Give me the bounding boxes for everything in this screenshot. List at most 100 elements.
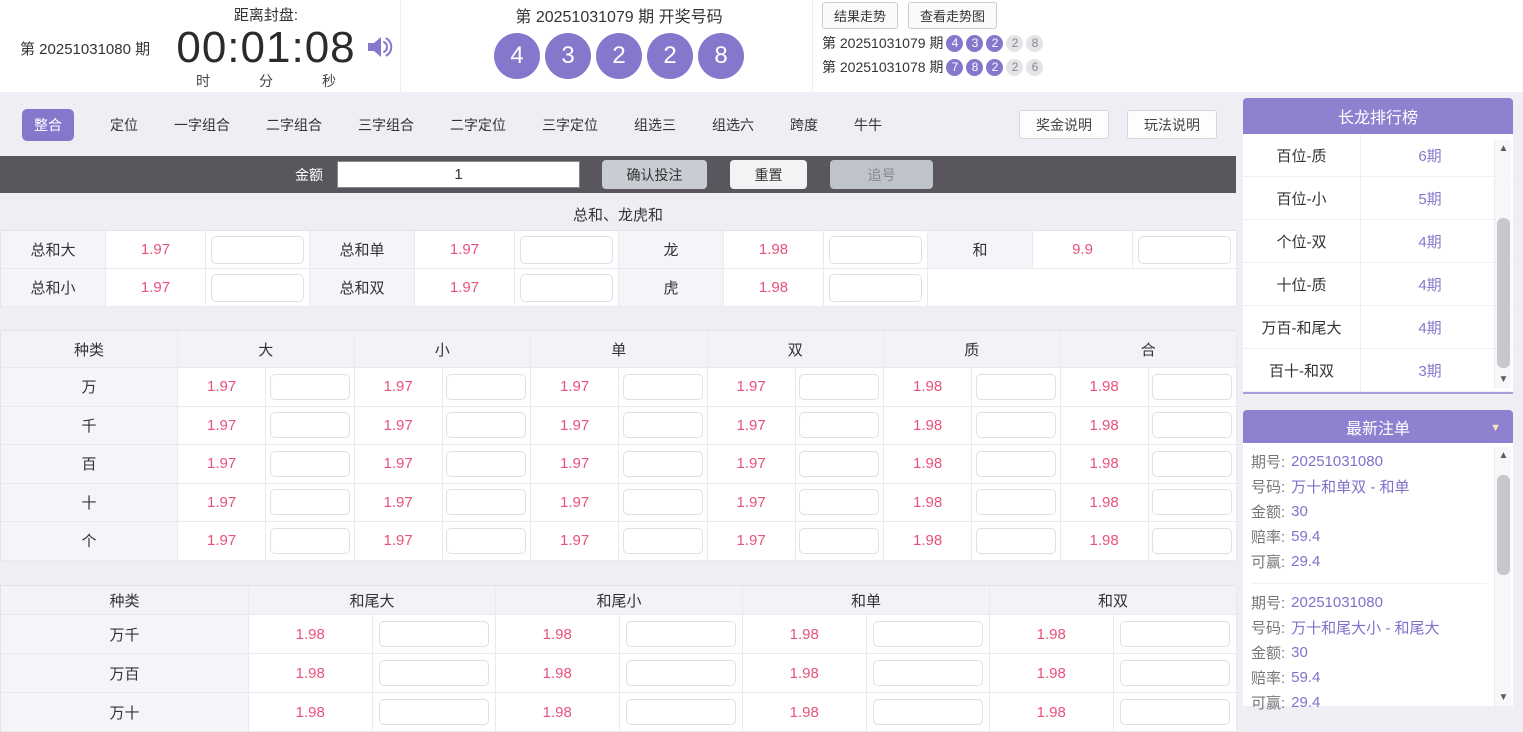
odds-value: 1.98 bbox=[724, 231, 824, 269]
bet-input[interactable] bbox=[872, 660, 983, 686]
bet-input[interactable] bbox=[211, 273, 304, 302]
bet-input[interactable] bbox=[446, 527, 527, 554]
tab-niuniu[interactable]: 牛牛 bbox=[854, 115, 882, 135]
amount-input[interactable] bbox=[337, 161, 580, 188]
bet-input[interactable] bbox=[446, 373, 527, 400]
speaker-icon[interactable] bbox=[364, 32, 394, 62]
bet-input[interactable] bbox=[1152, 527, 1233, 554]
bet-input-cell bbox=[619, 406, 708, 445]
tab-erzi-dingwei[interactable]: 二字定位 bbox=[450, 115, 506, 135]
bet-input[interactable] bbox=[799, 527, 880, 554]
bet-input[interactable] bbox=[622, 489, 703, 516]
history-ball: 2 bbox=[1006, 34, 1024, 52]
bet-input[interactable] bbox=[622, 412, 703, 439]
scrollbar[interactable]: ▲ ▼ bbox=[1494, 447, 1511, 706]
bet-input[interactable] bbox=[269, 489, 350, 516]
bet-input[interactable] bbox=[829, 273, 922, 302]
bet-input-cell bbox=[1113, 693, 1237, 732]
bet-input[interactable] bbox=[799, 412, 880, 439]
scrollbar-thumb[interactable] bbox=[1497, 475, 1510, 575]
reset-button[interactable]: 重置 bbox=[730, 160, 807, 189]
bet-input[interactable] bbox=[622, 450, 703, 477]
tab-kuadu[interactable]: 跨度 bbox=[790, 115, 818, 135]
bet-input[interactable] bbox=[625, 660, 736, 686]
dragon-name: 百位-小 bbox=[1243, 177, 1361, 219]
tab-sanzi-zuhe[interactable]: 三字组合 bbox=[358, 115, 414, 135]
bet-input[interactable] bbox=[1152, 450, 1233, 477]
tab-zuxuan6[interactable]: 组选六 bbox=[712, 115, 754, 135]
issue-label: 期号: bbox=[1251, 454, 1286, 471]
bet-input[interactable] bbox=[520, 235, 613, 264]
bet-input[interactable] bbox=[829, 235, 922, 264]
bet-input[interactable] bbox=[625, 621, 736, 647]
dragon-rank-list: 百位-质 6期 百位-小 5期 个位-双 4期 十位-质 4期 万百-和尾大 4… bbox=[1243, 134, 1513, 394]
bet-input[interactable] bbox=[269, 527, 350, 554]
odds-value: 1.97 bbox=[178, 406, 267, 445]
scroll-down-icon[interactable]: ▼ bbox=[1495, 689, 1512, 706]
bet-input[interactable] bbox=[975, 489, 1056, 516]
bet-input-cell bbox=[795, 522, 884, 561]
dragon-count: 4期 bbox=[1418, 319, 1442, 337]
odds-value: 1.98 bbox=[249, 615, 373, 654]
bet-input[interactable] bbox=[1119, 660, 1230, 686]
scrollbar[interactable]: ▲ ▼ bbox=[1494, 140, 1511, 388]
bet-input[interactable] bbox=[520, 273, 613, 302]
bet-input[interactable] bbox=[1152, 489, 1233, 516]
bet-input[interactable] bbox=[1152, 373, 1233, 400]
bet-input[interactable] bbox=[269, 373, 350, 400]
bet-input[interactable] bbox=[975, 373, 1056, 400]
confirm-bet-button[interactable]: 确认投注 bbox=[602, 160, 707, 189]
scroll-up-icon[interactable]: ▲ bbox=[1495, 140, 1512, 157]
row-label: 十 bbox=[1, 483, 178, 522]
bet-input[interactable] bbox=[799, 489, 880, 516]
bet-input[interactable] bbox=[446, 489, 527, 516]
bet-input[interactable] bbox=[446, 412, 527, 439]
bet-input[interactable] bbox=[975, 412, 1056, 439]
bet-input-cell bbox=[442, 483, 531, 522]
bet-input[interactable] bbox=[622, 373, 703, 400]
tab-zuxuan3[interactable]: 组选三 bbox=[634, 115, 676, 135]
bet-input[interactable] bbox=[975, 450, 1056, 477]
bet-input[interactable] bbox=[975, 527, 1056, 554]
bet-input[interactable] bbox=[1152, 412, 1233, 439]
history-ball: 6 bbox=[1026, 58, 1044, 76]
bet-input[interactable] bbox=[872, 699, 983, 725]
bet-input[interactable] bbox=[446, 450, 527, 477]
bet-input[interactable] bbox=[799, 450, 880, 477]
tab-yizi-zuhe[interactable]: 一字组合 bbox=[174, 115, 230, 135]
bet-input[interactable] bbox=[378, 660, 489, 686]
bet-input[interactable] bbox=[378, 699, 489, 725]
bet-input[interactable] bbox=[872, 621, 983, 647]
odds-value: 1.97 bbox=[531, 522, 620, 561]
scroll-up-icon[interactable]: ▲ bbox=[1495, 447, 1512, 464]
bet-input[interactable] bbox=[269, 412, 350, 439]
rules-info-button[interactable]: 玩法说明 bbox=[1127, 110, 1217, 139]
bet-input[interactable] bbox=[1119, 699, 1230, 725]
bonus-info-button[interactable]: 奖金说明 bbox=[1019, 110, 1109, 139]
odds-value: 1.98 bbox=[884, 483, 973, 522]
bet-input-cell bbox=[972, 445, 1061, 484]
result-trend-button[interactable]: 结果走势 bbox=[822, 2, 899, 29]
tab-zhenghe[interactable]: 整合 bbox=[22, 109, 74, 141]
bet-input[interactable] bbox=[1138, 235, 1231, 264]
bet-input[interactable] bbox=[625, 699, 736, 725]
scrollbar-thumb[interactable] bbox=[1497, 218, 1510, 368]
bet-input[interactable] bbox=[269, 450, 350, 477]
tab-erzi-zuhe[interactable]: 二字组合 bbox=[266, 115, 322, 135]
bet-input[interactable] bbox=[378, 621, 489, 647]
collapse-caret-icon[interactable]: ▼ bbox=[1490, 422, 1501, 434]
view-trend-chart-button[interactable]: 查看走势图 bbox=[908, 2, 998, 29]
odds-value: 59.4 bbox=[1291, 528, 1321, 545]
draw-result-block: 第 20251031079 期 开奖号码 4 3 2 2 8 bbox=[488, 3, 750, 79]
history-row: 第 20251031079 期 4 3 2 2 8 bbox=[822, 33, 1044, 53]
tab-dingwei[interactable]: 定位 bbox=[110, 115, 138, 135]
bet-input-cell bbox=[619, 368, 708, 407]
bet-input[interactable] bbox=[211, 235, 304, 264]
scroll-down-icon[interactable]: ▼ bbox=[1495, 371, 1512, 388]
tab-sanzi-dingwei[interactable]: 三字定位 bbox=[542, 115, 598, 135]
chase-number-button[interactable]: 追号 bbox=[830, 160, 933, 189]
bet-input[interactable] bbox=[622, 527, 703, 554]
bet-input[interactable] bbox=[799, 373, 880, 400]
dragon-count: 4期 bbox=[1418, 233, 1442, 251]
bet-input[interactable] bbox=[1119, 621, 1230, 647]
